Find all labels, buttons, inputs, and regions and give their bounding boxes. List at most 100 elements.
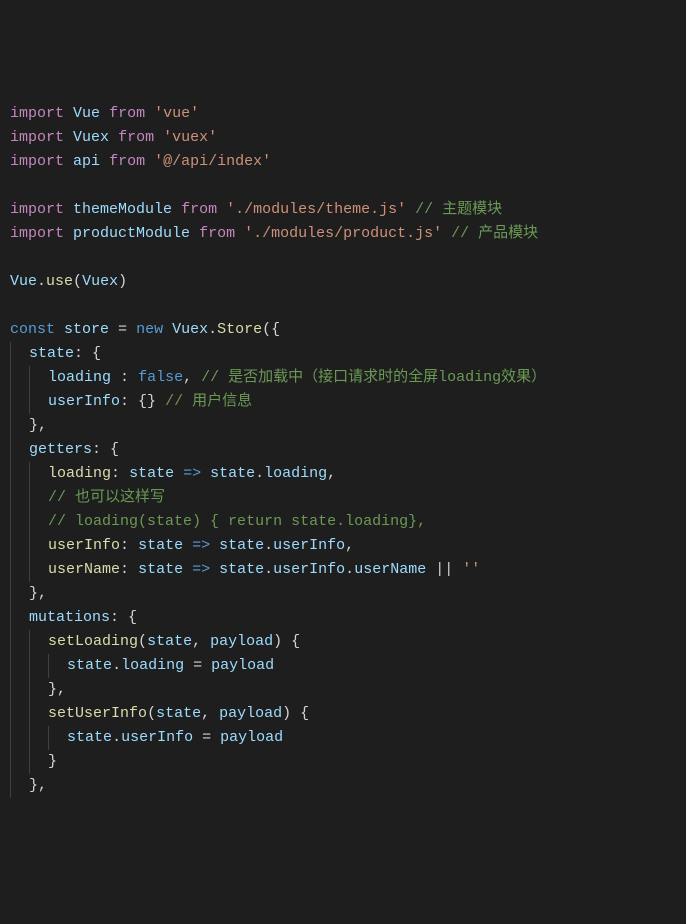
- token-identifier: use: [46, 273, 73, 290]
- token-punct: },: [29, 585, 47, 602]
- token-variable: state: [67, 729, 112, 746]
- token-variable: api: [73, 153, 100, 170]
- token-const-blue: false: [138, 369, 183, 386]
- token-plain: [190, 225, 199, 242]
- token-keyword: import: [10, 153, 64, 170]
- code-line[interactable]: [10, 294, 676, 318]
- token-comment: // 用户信息: [165, 393, 252, 410]
- token-const-blue: const: [10, 321, 55, 338]
- token-identifier: loading: [48, 465, 111, 482]
- token-plain: [145, 105, 154, 122]
- code-line[interactable]: const store = new Vuex.Store({: [10, 318, 676, 342]
- token-variable: Vuex: [82, 273, 118, 290]
- token-plain: [406, 201, 415, 218]
- token-plain: [210, 561, 219, 578]
- token-variable: loading: [48, 369, 111, 386]
- token-comment: // loading(state) { return state.loading…: [48, 513, 426, 530]
- token-plain: [145, 153, 154, 170]
- code-line[interactable]: },: [10, 414, 676, 438]
- token-punct: : {: [74, 345, 101, 362]
- token-variable: state: [29, 345, 74, 362]
- token-string: '': [462, 561, 480, 578]
- token-punct: (: [73, 273, 82, 290]
- token-identifier: userInfo: [48, 537, 120, 554]
- code-line[interactable]: import themeModule from './modules/theme…: [10, 198, 676, 222]
- token-variable: state: [138, 561, 183, 578]
- code-line[interactable]: import Vue from 'vue': [10, 102, 676, 126]
- token-plain: [64, 225, 73, 242]
- code-line[interactable]: mutations: {: [10, 606, 676, 630]
- code-line[interactable]: },: [10, 774, 676, 798]
- token-string: 'vuex': [163, 129, 217, 146]
- token-string: './modules/theme.js': [226, 201, 406, 218]
- code-editor-view[interactable]: import Vue from 'vue'import Vuex from 'v…: [10, 102, 676, 798]
- token-plain: [235, 225, 244, 242]
- token-plain: [64, 105, 73, 122]
- token-plain: [100, 105, 109, 122]
- token-punct: .: [112, 657, 121, 674]
- token-comment: // 产品模块: [451, 225, 538, 242]
- code-line[interactable]: getters: {: [10, 438, 676, 462]
- token-plain: [109, 129, 118, 146]
- token-comment: // 是否加载中（接口请求时的全屏loading效果）: [201, 369, 546, 386]
- code-line[interactable]: setLoading(state, payload) {: [10, 630, 676, 654]
- token-punct: .: [345, 561, 354, 578]
- code-line[interactable]: loading : false, // 是否加载中（接口请求时的全屏loadin…: [10, 366, 676, 390]
- code-line[interactable]: import Vuex from 'vuex': [10, 126, 676, 150]
- token-keyword: from: [199, 225, 235, 242]
- token-punct: .: [208, 321, 217, 338]
- code-line[interactable]: userInfo: {} // 用户信息: [10, 390, 676, 414]
- token-plain: [183, 561, 192, 578]
- code-line[interactable]: [10, 246, 676, 270]
- token-punct: ): [118, 273, 127, 290]
- token-punct: : {}: [120, 393, 165, 410]
- code-line[interactable]: Vue.use(Vuex): [10, 270, 676, 294]
- token-variable: userInfo: [273, 561, 345, 578]
- token-variable: themeModule: [73, 201, 172, 218]
- token-variable: state: [219, 537, 264, 554]
- code-line[interactable]: userInfo: state => state.userInfo,: [10, 534, 676, 558]
- code-line[interactable]: userName: state => state.userInfo.userNa…: [10, 558, 676, 582]
- token-string: './modules/product.js': [244, 225, 442, 242]
- token-identifier: Store: [217, 321, 262, 338]
- token-plain: [163, 321, 172, 338]
- token-variable: state: [147, 633, 192, 650]
- token-plain: [217, 201, 226, 218]
- token-variable: loading: [121, 657, 184, 674]
- code-line[interactable]: state: {: [10, 342, 676, 366]
- code-line[interactable]: // loading(state) { return state.loading…: [10, 510, 676, 534]
- token-keyword: import: [10, 129, 64, 146]
- code-line[interactable]: state.userInfo = payload: [10, 726, 676, 750]
- code-line[interactable]: import api from '@/api/index': [10, 150, 676, 174]
- code-line[interactable]: loading: state => state.loading,: [10, 462, 676, 486]
- token-variable: Vuex: [172, 321, 208, 338]
- code-line[interactable]: import productModule from './modules/pro…: [10, 222, 676, 246]
- token-comment: // 主题模块: [415, 201, 502, 218]
- code-line[interactable]: },: [10, 678, 676, 702]
- token-plain: [154, 129, 163, 146]
- code-line[interactable]: },: [10, 582, 676, 606]
- token-plain: [201, 465, 210, 482]
- code-line[interactable]: // 也可以这样写: [10, 486, 676, 510]
- token-identifier: userName: [48, 561, 120, 578]
- token-variable: payload: [211, 657, 274, 674]
- token-plain: =: [184, 657, 211, 674]
- token-plain: [442, 225, 451, 242]
- code-line[interactable]: }: [10, 750, 676, 774]
- token-punct: ) {: [273, 633, 300, 650]
- token-variable: state: [210, 465, 255, 482]
- code-line[interactable]: setUserInfo(state, payload) {: [10, 702, 676, 726]
- token-keyword: from: [109, 105, 145, 122]
- token-punct: ,: [183, 369, 201, 386]
- token-variable: userInfo: [273, 537, 345, 554]
- token-punct: .: [112, 729, 121, 746]
- token-identifier: setUserInfo: [48, 705, 147, 722]
- code-line[interactable]: state.loading = payload: [10, 654, 676, 678]
- token-variable: userInfo: [48, 393, 120, 410]
- token-plain: =: [109, 321, 136, 338]
- code-line[interactable]: [10, 174, 676, 198]
- token-punct: : {: [92, 441, 119, 458]
- token-plain: =: [193, 729, 220, 746]
- token-punct: .: [264, 561, 273, 578]
- token-keyword: from: [118, 129, 154, 146]
